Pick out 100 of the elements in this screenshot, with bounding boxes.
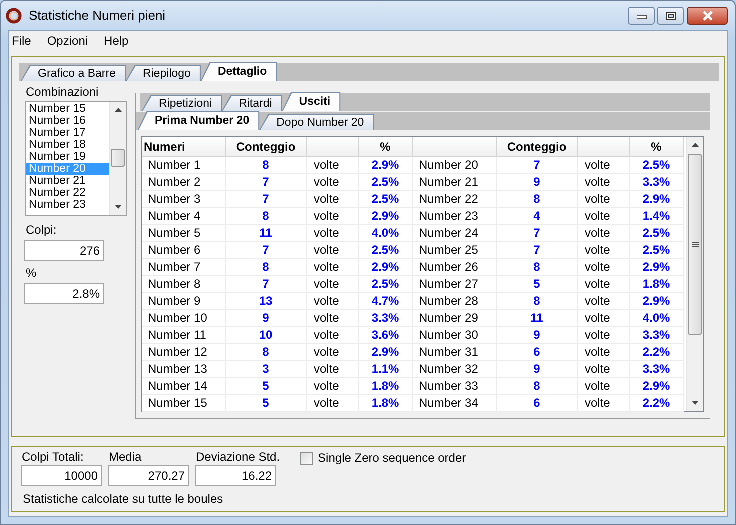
table-cell: volte: [578, 378, 630, 395]
column-header[interactable]: %: [359, 137, 413, 157]
list-item[interactable]: Number 15: [26, 103, 109, 115]
tab[interactable]: Dettaglio: [200, 62, 278, 81]
table-cell: volte: [307, 259, 359, 276]
list-item[interactable]: Number 16: [26, 115, 109, 127]
table-cell: 13: [226, 293, 307, 310]
menu-item[interactable]: Help: [102, 34, 136, 48]
tab[interactable]: Grafico a Barre: [21, 65, 126, 81]
table-cell: 2.9%: [630, 293, 684, 310]
table-cell: 2.2%: [630, 344, 684, 361]
table-cell: 8: [226, 208, 307, 225]
table-cell: 9: [226, 310, 307, 327]
column-header[interactable]: Conteggio: [226, 137, 307, 157]
text-field[interactable]: 270.27: [108, 465, 189, 486]
table-cell: 1.8%: [359, 395, 413, 412]
list-box[interactable]: Number 15 Number 16 Number 17 Number 18 Number 19 Number 20 Number 21 Number 22 Number 23: [25, 101, 127, 216]
table-cell: Number 32: [413, 361, 497, 378]
column-header[interactable]: %: [630, 137, 684, 157]
tab[interactable]: Dopo Number 20: [260, 114, 374, 130]
table-cell: Number 4: [142, 208, 226, 225]
table-cell: 4.7%: [359, 293, 413, 310]
checkbox-label[interactable]: Single Zero sequence order: [318, 451, 466, 465]
table-cell: 2.5%: [630, 225, 684, 242]
table-cell: 1.8%: [630, 276, 684, 293]
table-cell: 2.5%: [630, 242, 684, 259]
list-item[interactable]: Number 21: [26, 175, 109, 187]
scrollbar[interactable]: [686, 137, 703, 411]
table-cell: 4.0%: [630, 310, 684, 327]
tab[interactable]: Usciti: [282, 92, 341, 111]
list-item[interactable]: Number 17: [26, 127, 109, 139]
table-cell: 3.3%: [630, 361, 684, 378]
maximize-button[interactable]: [657, 6, 684, 24]
table-cell: Number 15: [142, 395, 226, 412]
text-field[interactable]: 276: [24, 240, 104, 261]
table-cell: 2.5%: [359, 276, 413, 293]
app-icon: [6, 8, 22, 24]
table-cell: Number 28: [413, 293, 497, 310]
table-cell: 7: [226, 242, 307, 259]
table-cell: Number 11: [142, 327, 226, 344]
table-cell: Number 21: [413, 174, 497, 191]
table-cell: 10: [226, 327, 307, 344]
tab[interactable]: Riepilogo: [126, 65, 201, 81]
table-cell: volte: [578, 327, 630, 344]
table-cell: volte: [578, 259, 630, 276]
table-cell: volte: [307, 174, 359, 191]
table-cell: Number 23: [413, 208, 497, 225]
scroll-up-icon[interactable]: [114, 107, 123, 113]
list-item[interactable]: Number 19: [26, 151, 109, 163]
scroll-down-icon[interactable]: [691, 400, 700, 406]
table-cell: 6: [497, 395, 578, 412]
table-cell: volte: [578, 276, 630, 293]
list-item[interactable]: Number 18: [26, 139, 109, 151]
checkbox[interactable]: [300, 452, 314, 464]
table-cell: 2.5%: [359, 242, 413, 259]
table-cell: volte: [578, 242, 630, 259]
table-cell: Number 27: [413, 276, 497, 293]
scroll-thumb[interactable]: [688, 154, 702, 335]
table-cell: Number 9: [142, 293, 226, 310]
table-cell: 4: [497, 208, 578, 225]
column-header[interactable]: Conteggio: [497, 137, 578, 157]
status-note: Statistiche calcolate su tutte le boules: [22, 492, 224, 506]
table-cell: 3.3%: [630, 327, 684, 344]
table-cell: 3.6%: [359, 327, 413, 344]
table-cell: volte: [578, 208, 630, 225]
list-item[interactable]: Number 22: [26, 187, 109, 199]
table-cell: 7: [226, 174, 307, 191]
minimize-button[interactable]: [628, 6, 655, 24]
table-cell: volte: [578, 361, 630, 378]
tab[interactable]: Ripetizioni: [142, 95, 222, 111]
table-cell: volte: [578, 293, 630, 310]
scrollbar[interactable]: [109, 102, 126, 215]
table-cell: volte: [578, 174, 630, 191]
table-cell: 2.9%: [359, 344, 413, 361]
table-cell: 3.3%: [630, 174, 684, 191]
list-item[interactable]: Number 23: [26, 199, 109, 211]
table-cell: Number 29: [413, 310, 497, 327]
tab[interactable]: Prima Number 20: [138, 111, 260, 130]
column-header[interactable]: Numeri: [142, 137, 226, 157]
field-label: Colpi Totali:: [21, 450, 85, 464]
scroll-up-icon[interactable]: [691, 142, 700, 148]
table-cell: Number 24: [413, 225, 497, 242]
table-cell: volte: [307, 361, 359, 378]
table-cell: 5: [226, 378, 307, 395]
maximize-icon: [666, 12, 676, 20]
close-button[interactable]: [687, 6, 728, 24]
text-field[interactable]: 10000: [21, 465, 102, 486]
scroll-down-icon[interactable]: [114, 204, 123, 210]
scroll-thumb[interactable]: [111, 149, 125, 167]
tab[interactable]: Ritardi: [222, 95, 282, 111]
menu-item[interactable]: Opzioni: [45, 34, 96, 48]
table-cell: 2.9%: [630, 259, 684, 276]
text-field[interactable]: 16.22: [195, 465, 276, 486]
table-cell: Number 20: [413, 157, 497, 174]
text-field[interactable]: 2.8%: [24, 283, 104, 304]
table-cell: 2.2%: [630, 395, 684, 412]
table-cell: 8: [226, 157, 307, 174]
table-cell: 2.5%: [359, 191, 413, 208]
table-cell: 2.9%: [359, 259, 413, 276]
menu-item[interactable]: File: [10, 34, 38, 48]
